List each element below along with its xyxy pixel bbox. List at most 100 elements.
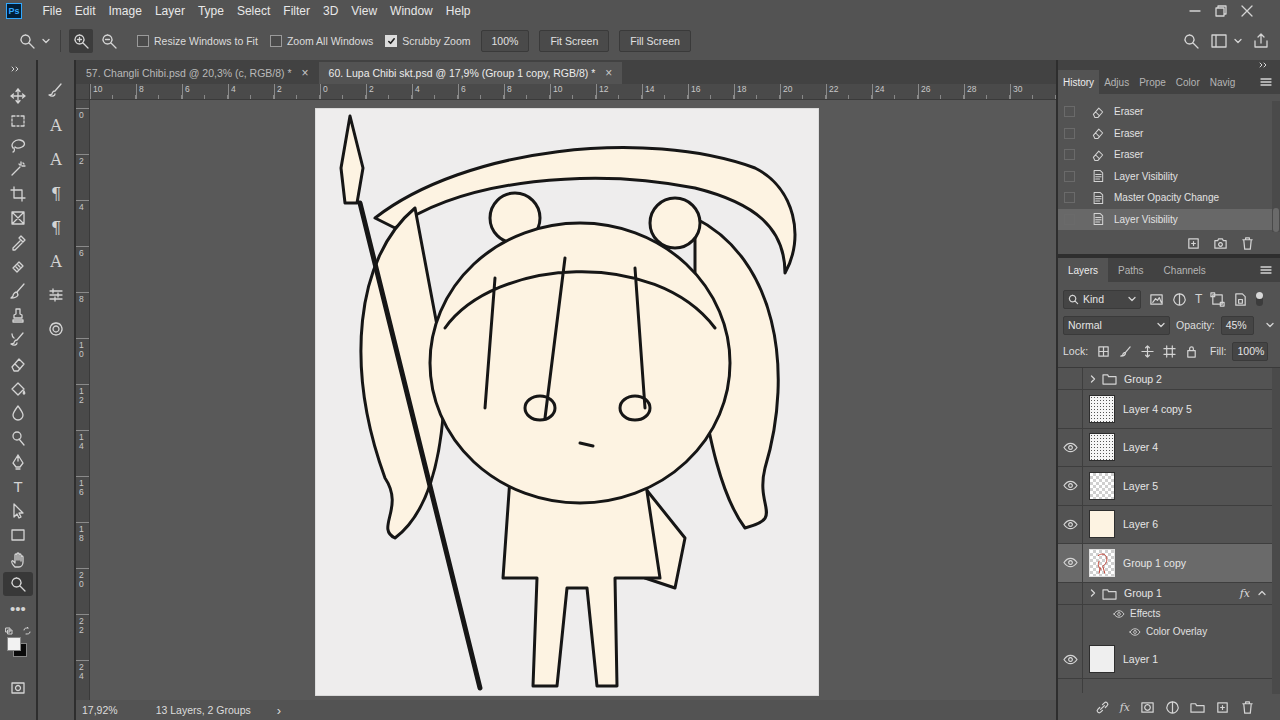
zoom-out-button[interactable] [97,29,121,53]
search-icon[interactable] [1182,32,1200,50]
checkbox-box[interactable] [137,35,149,47]
effects-caret-icon[interactable] [1258,589,1266,597]
visibility-toggle[interactable] [1058,467,1083,505]
tool-button[interactable]: T [3,474,33,498]
option-checkbox[interactable]: Scrubby Zoom [385,35,470,47]
panel-tab[interactable]: Paths [1108,258,1154,282]
canvas-artwork[interactable] [315,108,819,696]
opacity-field[interactable]: 45% [1221,316,1254,335]
foreground-color[interactable] [7,637,21,651]
filter-toggle[interactable] [1256,292,1263,306]
visibility-toggle[interactable] [1058,390,1083,428]
panel-tab[interactable]: Color [1171,70,1205,94]
lock-transparency-icon[interactable] [1097,345,1110,358]
tool-button[interactable] [3,279,33,303]
layer-row[interactable]: Layer 4 copy 5 [1058,390,1272,429]
type-filter-button[interactable]: T [1195,292,1202,306]
collapse-panels-icon[interactable] [1258,62,1274,68]
tool-button[interactable] [3,450,33,474]
layer-row[interactable]: Layer 4 [1058,429,1272,468]
dock-button[interactable]: A [41,108,71,142]
smart-object-filter-icon[interactable] [1233,292,1248,307]
tool-button[interactable] [3,230,33,254]
fill-field[interactable]: 100% [1232,342,1268,361]
history-state[interactable]: Eraser [1058,123,1272,145]
panel-tab[interactable]: Navig [1205,70,1241,94]
panel-tab[interactable]: Layers [1058,258,1108,282]
zoom-100-button[interactable]: 100% [481,30,530,52]
link-icon[interactable] [1095,700,1110,715]
quick-mask-icon[interactable] [9,679,27,697]
tool-button[interactable] [3,133,33,157]
blend-mode-dropdown[interactable]: Normal [1063,316,1170,335]
menu-item[interactable]: View [345,4,384,18]
close-icon[interactable] [1240,4,1254,18]
mask-icon[interactable] [1140,700,1155,715]
expand-caret-icon[interactable] [1089,375,1097,383]
visibility-toggle[interactable] [1058,544,1083,582]
tool-button[interactable] [3,157,33,181]
adjustment-filter-icon[interactable] [1172,292,1187,307]
tool-button[interactable] [3,206,33,230]
history-state[interactable]: Eraser [1058,101,1272,123]
new-layer-icon[interactable] [1215,700,1230,715]
dock-button[interactable] [41,74,71,108]
share-icon[interactable] [1252,32,1270,50]
restore-icon[interactable] [1214,4,1228,18]
document-tab[interactable]: 60. Lupa Chibi skt.psd @ 17,9% (Group 1 … [319,62,623,84]
menu-item[interactable]: Window [384,4,440,18]
expand-caret-icon[interactable] [1089,589,1097,597]
layer-row[interactable]: Group 1 copy [1058,544,1272,583]
menu-item[interactable]: Layer [148,4,191,18]
lock-artboard-icon[interactable] [1163,345,1176,358]
layer-row[interactable]: Group 1 fx [1058,583,1272,605]
menu-item[interactable]: Type [191,4,230,18]
zoom-tool-icon[interactable] [18,32,36,50]
tool-button[interactable] [3,499,33,523]
document-tab[interactable]: 57. Changli Chibi.psd @ 20,3% (c, RGB/8)… [76,62,319,84]
visibility-toggle[interactable] [1058,429,1083,467]
menu-item[interactable]: Edit [68,4,102,18]
history-state[interactable]: Layer Visibility [1058,166,1272,188]
panel-tab[interactable]: Adjus [1099,70,1134,94]
checkbox-box[interactable] [385,35,397,47]
effect-visibility-icon[interactable] [1113,609,1125,619]
fit-button[interactable]: Fill Screen [619,30,691,52]
tool-button[interactable] [3,401,33,425]
color-swatches[interactable] [3,627,33,657]
checkbox-box[interactable] [270,35,282,47]
panel-tab[interactable]: Prope [1134,70,1171,94]
opacity-caret-icon[interactable] [1266,321,1274,329]
lock-all-icon[interactable] [1185,345,1198,358]
tool-button[interactable] [3,377,33,401]
shape-filter-icon[interactable] [1210,292,1225,307]
close-tab-button[interactable]: × [302,66,309,80]
dock-button[interactable] [41,312,71,346]
close-tab-button[interactable]: × [605,66,612,80]
tool-button[interactable] [3,547,33,571]
dock-button[interactable] [41,278,71,312]
menu-item[interactable]: Image [102,4,148,18]
menu-item[interactable]: Filter [277,4,317,18]
new-group-icon[interactable] [1190,700,1205,715]
dock-button[interactable]: A [41,244,71,278]
minimize-icon[interactable] [1188,4,1202,18]
menu-item[interactable]: 3D [316,4,344,18]
new-document-icon[interactable] [1186,236,1201,251]
history-state[interactable]: Layer Visibility [1058,209,1272,231]
tool-button[interactable] [3,255,33,279]
workspace-caret-icon[interactable] [1234,37,1242,45]
lock-pixels-icon[interactable] [1119,345,1132,358]
layer-row[interactable]: Layer 5 [1058,467,1272,506]
tool-button[interactable] [3,572,33,596]
visibility-toggle[interactable] [1058,583,1083,604]
menu-item[interactable]: Help [439,4,477,18]
filter-kind-dropdown[interactable]: Kind [1063,290,1141,309]
zoom-readout[interactable]: 17,92% [76,704,118,716]
option-checkbox[interactable]: Resize Windows to Fit [137,35,258,47]
workspace-icon[interactable] [1210,32,1228,50]
trash-icon[interactable] [1240,700,1255,715]
visibility-toggle[interactable] [1058,506,1083,544]
tool-button[interactable]: ••• [3,596,33,620]
trash-icon[interactable] [1240,236,1255,251]
